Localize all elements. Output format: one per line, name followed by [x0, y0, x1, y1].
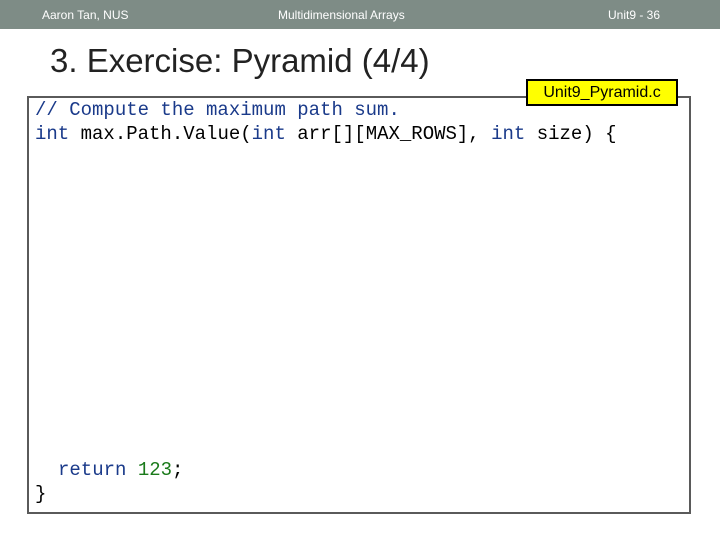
code-return-line: return 123; [58, 459, 183, 481]
code-box [27, 96, 691, 514]
code-comment: // Compute the maximum path sum. [35, 99, 400, 121]
code-keyword: return [58, 459, 127, 481]
code-closing-brace: } [35, 483, 47, 505]
code-keyword: int [35, 123, 70, 145]
slide-title: 3. Exercise: Pyramid (4/4) [50, 42, 430, 79]
code-comment-line: // Compute the maximum path sum. [35, 99, 400, 121]
code-closing-brace-line: } [35, 483, 46, 505]
code-text: max.Path.Value( [69, 123, 252, 145]
code-text: size) { [525, 123, 617, 145]
header-page-number: Unit9 - 36 [608, 8, 661, 22]
header-topic: Multidimensional Arrays [278, 8, 405, 22]
code-keyword: int [491, 123, 526, 145]
header-author: Aaron Tan, NUS [42, 8, 129, 22]
code-text: arr[][MAX_ROWS], [285, 123, 492, 145]
code-text: ; [172, 459, 184, 481]
file-name-tag: Unit9_Pyramid.c [526, 79, 678, 106]
code-keyword: int [251, 123, 286, 145]
header-bar: Aaron Tan, NUS Multidimensional Arrays U… [0, 0, 720, 29]
code-signature-line: int max.Path.Value(int arr[][MAX_ROWS], … [35, 123, 617, 145]
code-number: 123 [137, 459, 173, 481]
